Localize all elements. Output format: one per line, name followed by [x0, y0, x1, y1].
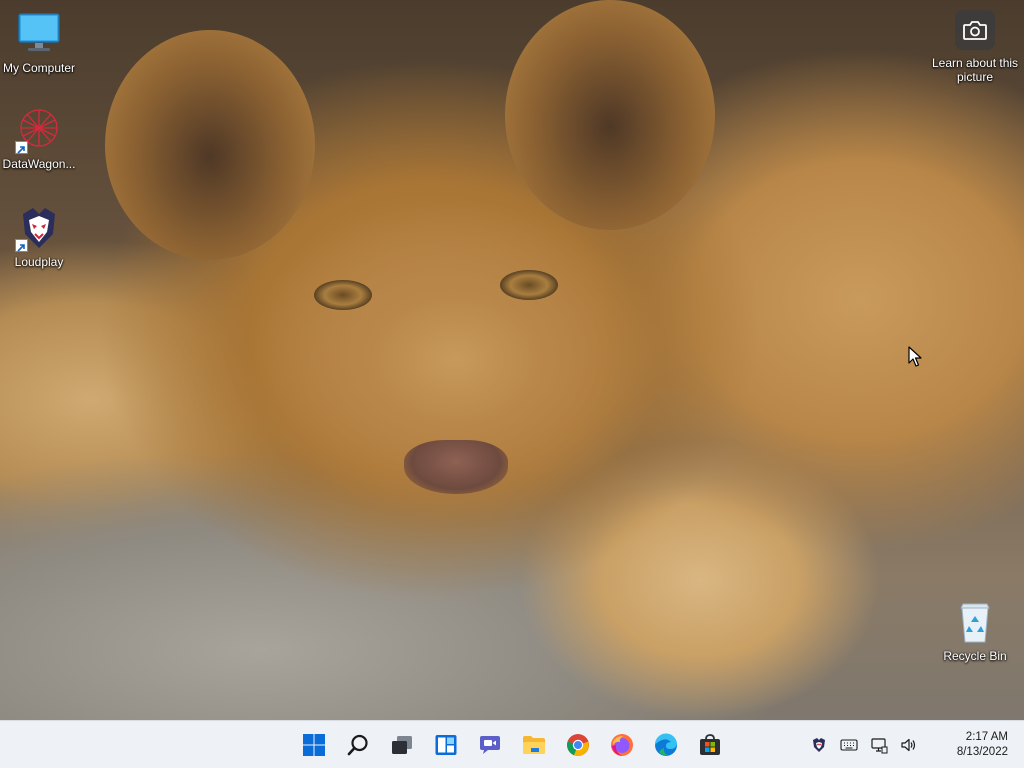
- start-button[interactable]: [294, 725, 334, 765]
- wallpaper-lion-nose: [404, 440, 508, 494]
- mouse-cursor-icon: [908, 346, 922, 373]
- wallpaper-lion-eye-left: [314, 280, 372, 310]
- taskbar-apps: [292, 721, 732, 769]
- chrome-icon: [567, 734, 589, 756]
- desktop-wallpaper: My Computer DataWagon... Loudplay Learn …: [0, 0, 1024, 720]
- recycle-bin-icon: [951, 598, 999, 646]
- desktop-icon-datawagon[interactable]: DataWagon...: [0, 106, 81, 171]
- folder-icon: [523, 736, 545, 754]
- widgets-button[interactable]: [426, 725, 466, 765]
- clock-date: 8/13/2022: [956, 746, 1008, 758]
- desktop-icon-label: Loudplay: [14, 255, 64, 269]
- store-icon: [700, 734, 720, 755]
- windows-logo-icon: [303, 734, 325, 756]
- task-view-icon: [392, 736, 412, 754]
- widgets-icon: [435, 735, 457, 755]
- edge-icon: [654, 733, 677, 756]
- loudplay-icon: [15, 204, 63, 252]
- datawagon-icon: [15, 106, 63, 154]
- edge-button[interactable]: [646, 725, 686, 765]
- firefox-button[interactable]: [602, 725, 642, 765]
- desktop-icon-label: My Computer: [2, 61, 76, 75]
- desktop-icon-my-computer[interactable]: My Computer: [0, 10, 81, 75]
- shortcut-arrow-icon: [15, 141, 28, 154]
- store-button[interactable]: [690, 725, 730, 765]
- taskbar: 2:17 AM 8/13/2022: [0, 720, 1024, 768]
- keyboard-icon[interactable]: [838, 734, 860, 756]
- shortcut-arrow-icon: [15, 239, 28, 252]
- task-view-button[interactable]: [382, 725, 422, 765]
- chrome-button[interactable]: [558, 725, 598, 765]
- loudplay-tray-icon[interactable]: [808, 734, 830, 756]
- taskbar-clock[interactable]: 2:17 AM 8/13/2022: [924, 730, 1024, 760]
- chat-button[interactable]: [470, 725, 510, 765]
- desktop-icon-recycle-bin[interactable]: Recycle Bin: [933, 598, 1017, 663]
- wallpaper-lion-ear-left: [105, 30, 315, 260]
- learn-about-picture-button[interactable]: Learn about this picture: [930, 10, 1020, 84]
- search-button[interactable]: [338, 725, 378, 765]
- desktop-icon-label: Recycle Bin: [943, 649, 1007, 663]
- monitor-icon: [15, 10, 63, 58]
- file-explorer-button[interactable]: [514, 725, 554, 765]
- volume-icon[interactable]: [898, 734, 920, 756]
- firefox-icon: [611, 734, 633, 756]
- wallpaper-lion-ear-right: [505, 0, 715, 230]
- wallpaper-lion-eye-right: [500, 270, 558, 300]
- camera-icon: [955, 10, 995, 50]
- network-icon[interactable]: [868, 734, 890, 756]
- learn-about-picture-label: Learn about this picture: [931, 56, 1019, 84]
- system-tray: 2:17 AM 8/13/2022: [804, 721, 1024, 769]
- clock-time: 2:17 AM: [965, 731, 1008, 743]
- search-icon: [347, 734, 368, 756]
- desktop-icon-label: DataWagon...: [2, 157, 76, 171]
- desktop-icon-loudplay[interactable]: Loudplay: [0, 204, 81, 269]
- chat-icon: [480, 736, 500, 754]
